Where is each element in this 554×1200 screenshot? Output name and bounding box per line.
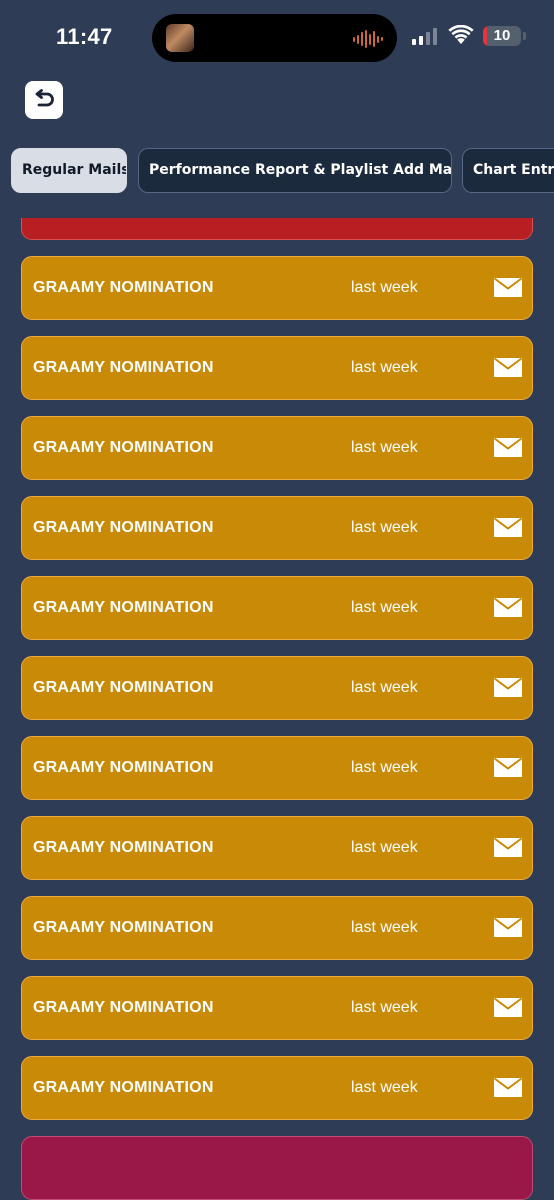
- mail-title: GRAAMY NOMINATION: [33, 599, 214, 616]
- envelope-icon: [493, 277, 523, 297]
- mail-title: GRAAMY NOMINATION: [33, 279, 214, 296]
- envelope-icon: [493, 517, 523, 537]
- envelope-icon: [493, 597, 523, 617]
- tab-chart-entries[interactable]: Chart Entri: [462, 148, 554, 193]
- mail-title: GRAAMY NOMINATION: [33, 359, 214, 376]
- envelope-icon: [493, 357, 523, 377]
- mail-time: last week: [351, 599, 418, 616]
- status-time: 11:47: [56, 24, 113, 49]
- mail-item[interactable]: GRAAMY NOMINATION last week: [21, 416, 533, 480]
- mail-item[interactable]: GRAAMY NOMINATION last week: [21, 736, 533, 800]
- mail-item[interactable]: GRAAMY NOMINATION last week: [21, 496, 533, 560]
- mail-screen: 11:47 10 Regular Mails Performance Repor…: [0, 0, 554, 1200]
- wifi-icon: [448, 25, 474, 44]
- mail-item[interactable]: GRAAMY NOMINATION last week: [21, 1056, 533, 1120]
- mail-title: GRAAMY NOMINATION: [33, 999, 214, 1016]
- battery-nub: [523, 32, 526, 40]
- mail-title: GRAAMY NOMINATION: [33, 759, 214, 776]
- cellular-signal-icon: [412, 28, 437, 45]
- dynamic-island[interactable]: [152, 14, 397, 62]
- envelope-icon: [493, 917, 523, 937]
- mail-item[interactable]: GRAAMY NOMINATION last week: [21, 336, 533, 400]
- mail-item[interactable]: GRAAMY NOMINATION last week: [21, 256, 533, 320]
- mail-time: last week: [351, 519, 418, 536]
- mail-time: last week: [351, 919, 418, 936]
- mail-time: last week: [351, 359, 418, 376]
- battery-icon: 10: [483, 26, 521, 46]
- mail-title: GRAAMY NOMINATION: [33, 439, 214, 456]
- mail-title: GRAAMY NOMINATION: [33, 919, 214, 936]
- return-arrow-icon: [35, 89, 54, 107]
- mail-time: last week: [351, 218, 418, 239]
- mail-item[interactable]: [21, 1136, 533, 1200]
- mail-item[interactable]: GRAAMY NOMINATION last week: [21, 896, 533, 960]
- now-playing-artwork: [166, 24, 194, 52]
- mail-time: last week: [351, 759, 418, 776]
- mail-time: last week: [351, 279, 418, 296]
- mail-item[interactable]: GRAAMY NOMINATION last week: [21, 976, 533, 1040]
- mail-item[interactable]: GRAAMY NOMINATION last week: [21, 816, 533, 880]
- mail-title: Monthly Watch?? Report: [33, 218, 226, 239]
- battery-percent: 10: [493, 27, 511, 44]
- mail-title: GRAAMY NOMINATION: [33, 519, 214, 536]
- mail-category-tabs: Regular Mails Performance Report & Playl…: [0, 148, 554, 194]
- mail-time: last week: [351, 1079, 418, 1096]
- envelope-icon: [493, 677, 523, 697]
- status-bar: 11:47 10: [0, 0, 554, 78]
- envelope-icon: [493, 1077, 523, 1097]
- envelope-icon: [493, 837, 523, 857]
- mail-item[interactable]: GRAAMY NOMINATION last week: [21, 656, 533, 720]
- envelope-icon: [493, 997, 523, 1017]
- tab-regular-mails[interactable]: Regular Mails: [11, 148, 127, 193]
- envelope-icon: [493, 437, 523, 457]
- mail-time: last week: [351, 439, 418, 456]
- mail-list: Monthly Watch?? Reportlast weekGRAAMY NO…: [0, 218, 554, 1200]
- mail-title: GRAAMY NOMINATION: [33, 839, 214, 856]
- mail-item[interactable]: GRAAMY NOMINATION last week: [21, 576, 533, 640]
- tab-performance-report-playlist-add-mails[interactable]: Performance Report & Playlist Add Mails: [138, 148, 452, 193]
- mail-time: last week: [351, 839, 418, 856]
- mail-item[interactable]: Monthly Watch?? Report last week: [21, 218, 533, 240]
- audio-waveform-icon: [353, 30, 383, 48]
- mail-title: GRAAMY NOMINATION: [33, 1079, 214, 1096]
- back-button[interactable]: [25, 81, 63, 119]
- mail-time: last week: [351, 999, 418, 1016]
- envelope-icon: [493, 757, 523, 777]
- mail-title: GRAAMY NOMINATION: [33, 679, 214, 696]
- mail-time: last week: [351, 679, 418, 696]
